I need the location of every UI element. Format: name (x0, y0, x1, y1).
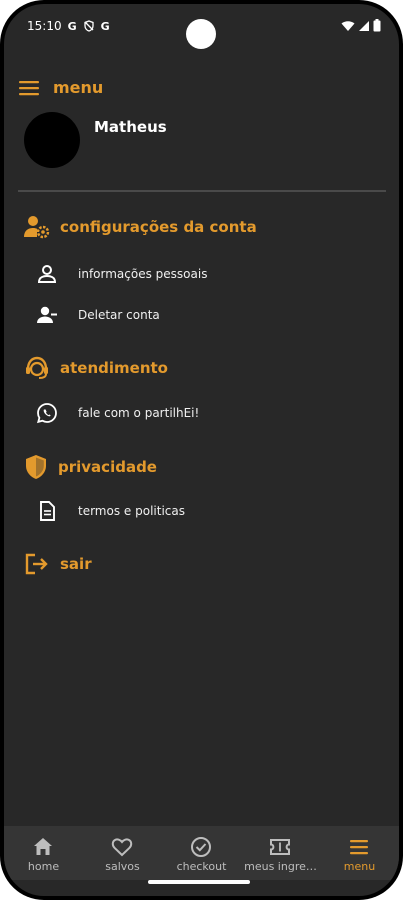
home-icon (34, 838, 52, 855)
nav-label: meus ingre… (244, 860, 317, 873)
user-name: Matheus (94, 118, 167, 136)
google-icon: G (100, 19, 110, 33)
whatsapp-icon (37, 403, 57, 424)
menu-item-label: termos e politicas (78, 504, 185, 518)
menu-item-label: fale com o partilhEi! (78, 406, 200, 420)
menu-item-delete-account[interactable]: Deletar conta (36, 304, 160, 326)
shield-slash-icon (83, 20, 94, 32)
camera-cutout (186, 19, 216, 49)
menu-item-label: Deletar conta (78, 308, 160, 322)
menu-item-personal-info[interactable]: informações pessoais (36, 263, 207, 285)
menu-item-whatsapp[interactable]: fale com o partilhEi! (36, 402, 199, 424)
nav-item-tickets[interactable]: meus ingre… (241, 826, 320, 880)
check-circle-icon (191, 837, 211, 857)
menu-item-terms[interactable]: termos e politicas (36, 500, 185, 522)
nav-label: menu (343, 860, 376, 873)
nav-item-checkout[interactable]: checkout (162, 826, 241, 880)
section-privacy: privacidade (24, 454, 157, 480)
ticket-icon (270, 839, 290, 855)
support-agent-icon (26, 356, 48, 379)
document-icon (40, 501, 55, 521)
avatar[interactable] (24, 112, 80, 168)
section-logout[interactable]: sair (24, 552, 92, 576)
google-icon: G (67, 19, 77, 33)
section-support: atendimento (24, 355, 168, 381)
logout-icon (25, 553, 48, 575)
nav-label: salvos (105, 860, 140, 873)
device-frame: 15:10 G G menu Matheus configurações da … (0, 0, 403, 900)
nav-label: home (27, 860, 60, 873)
nav-item-saved[interactable]: salvos (83, 826, 162, 880)
battery-icon (373, 19, 381, 32)
signal-icon (359, 20, 369, 31)
app-header: menu (19, 78, 103, 97)
status-left: 15:10 G G (27, 19, 110, 33)
nav-item-home[interactable]: home (4, 826, 83, 880)
section-title-privacy: privacidade (58, 458, 157, 476)
account-settings-icon (24, 216, 50, 239)
bottom-navigation: home salvos checkout meus ingre… menu (4, 826, 399, 880)
hamburger-menu-icon[interactable] (19, 80, 39, 96)
app-screen: 15:10 G G menu Matheus configurações da … (4, 4, 399, 896)
menu-item-label: informações pessoais (78, 267, 208, 281)
section-title-support: atendimento (60, 359, 168, 377)
status-bar: 15:10 G G (4, 4, 399, 49)
divider (18, 190, 386, 192)
shield-icon (26, 455, 46, 479)
nav-item-menu[interactable]: menu (320, 826, 399, 880)
section-title-logout: sair (60, 555, 92, 573)
section-title-account-settings: configurações da conta (60, 218, 257, 236)
status-right (341, 19, 381, 32)
person-icon (37, 265, 57, 283)
wifi-icon (341, 20, 355, 31)
status-time: 15:10 (27, 19, 62, 33)
section-account-settings: configurações da conta (24, 215, 257, 239)
page-title: menu (53, 78, 104, 97)
menu-icon (350, 840, 368, 855)
heart-icon (111, 838, 133, 857)
nav-label: checkout (176, 860, 227, 873)
home-indicator[interactable] (148, 880, 250, 884)
person-remove-icon (37, 306, 57, 323)
